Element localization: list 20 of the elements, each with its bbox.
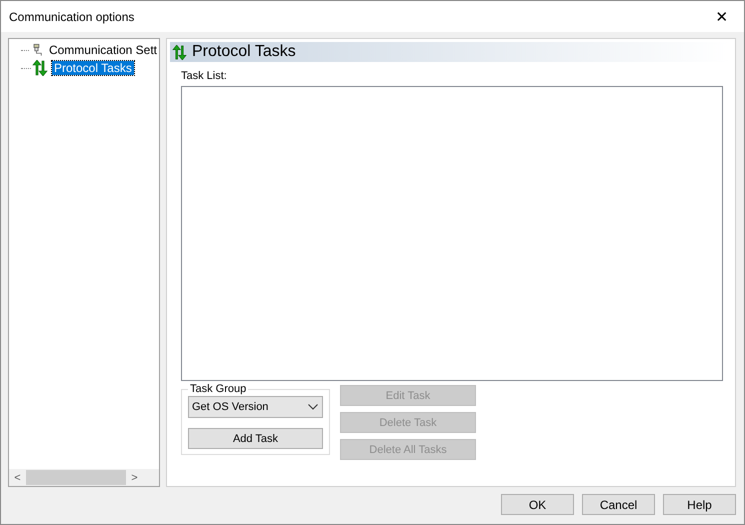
- tree-item[interactable]: Protocol Tasks: [52, 61, 134, 75]
- task-group-dropdown[interactable]: Get OS Version: [188, 396, 323, 418]
- dialog-button[interactable]: OK: [501, 494, 574, 515]
- group-legend: Task Group: [188, 383, 248, 395]
- panel-title: Protocol Tasks: [192, 43, 296, 61]
- up-down-arrows-icon: [32, 60, 48, 76]
- dialog-button[interactable]: Cancel: [582, 494, 655, 515]
- scroll-left-button[interactable]: <: [9, 472, 26, 484]
- task-list[interactable]: [181, 86, 723, 381]
- window-title: Communication options: [9, 10, 134, 24]
- horizontal-scrollbar[interactable]: < >: [9, 469, 159, 486]
- tree-item[interactable]: Communication Sett: [46, 43, 159, 57]
- scroll-thumb[interactable]: [26, 470, 126, 485]
- add-task-button[interactable]: Add Task: [188, 428, 323, 449]
- close-button[interactable]: ✕: [700, 1, 744, 32]
- dialog-button[interactable]: Help: [663, 494, 736, 515]
- chevron-down-icon: [308, 404, 318, 410]
- task-list-label: Task List:: [181, 70, 228, 82]
- scroll-right-button[interactable]: >: [126, 472, 143, 484]
- up-down-arrows-icon: [172, 44, 187, 60]
